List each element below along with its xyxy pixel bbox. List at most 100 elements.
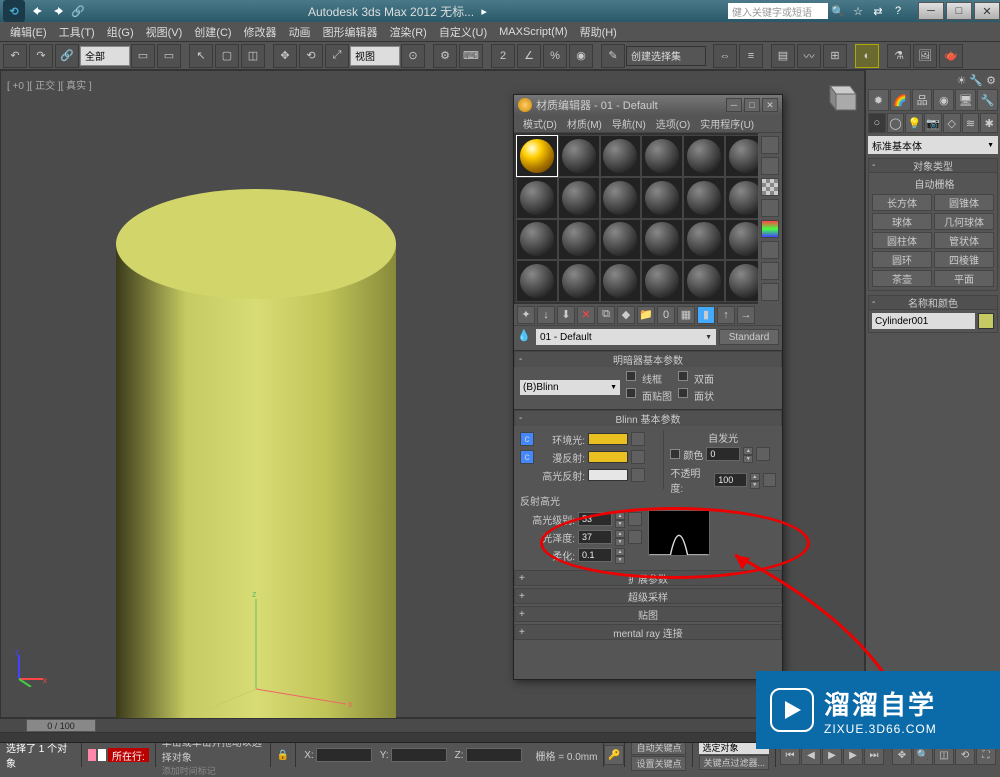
torus-button[interactable]: 圆环: [872, 251, 932, 268]
spec-level-spinner[interactable]: 53: [578, 512, 612, 526]
gloss-map-button[interactable]: [628, 530, 642, 544]
scale-button[interactable]: ⤢: [325, 44, 349, 68]
align-button[interactable]: ≡: [739, 44, 763, 68]
lights-subtab[interactable]: 💡: [905, 113, 923, 133]
menu-maxscript[interactable]: MAXScript(M): [493, 26, 573, 38]
teapot-button[interactable]: 茶壶: [872, 270, 932, 287]
material-editor-titlebar[interactable]: 材质编辑器 - 01 - Default ─ □ ✕: [514, 95, 782, 115]
layers-button[interactable]: ▤: [771, 44, 795, 68]
make-unique-button[interactable]: ◆: [617, 306, 635, 324]
gear-icon[interactable]: ⚙: [986, 74, 996, 87]
geometry-subtab[interactable]: ○: [868, 113, 886, 133]
time-slider[interactable]: 0 / 100: [26, 719, 96, 732]
me-menu-mode[interactable]: 模式(D): [518, 116, 562, 131]
box-button[interactable]: 长方体: [872, 194, 932, 211]
blinn-rollup-header[interactable]: -Blinn 基本参数: [514, 410, 782, 426]
material-slot[interactable]: [558, 135, 600, 177]
exchange-icon[interactable]: ⇄: [869, 2, 887, 20]
render-frame-button[interactable]: 🖼: [913, 44, 937, 68]
material-slot[interactable]: [600, 260, 642, 302]
make-preview-button[interactable]: [761, 241, 779, 259]
manip-button[interactable]: ⚙: [433, 44, 457, 68]
schematic-button[interactable]: ⊞: [823, 44, 847, 68]
2sided-checkbox[interactable]: [678, 371, 688, 381]
shader-rollup-header[interactable]: -明暗器基本参数: [514, 351, 782, 367]
object-color-swatch[interactable]: [978, 313, 994, 329]
undo-button[interactable]: ↶: [3, 44, 27, 68]
specular-map-button[interactable]: [631, 468, 645, 482]
x-coord-input[interactable]: [316, 748, 372, 762]
display-tab[interactable]: 🖥: [955, 89, 976, 111]
link-icon[interactable]: 🔗: [69, 2, 87, 20]
selfillum-spin-buttons[interactable]: ▲▼: [743, 447, 753, 461]
minimize-button[interactable]: ─: [918, 2, 944, 20]
help-search-input[interactable]: 健入关键字或短语: [728, 3, 828, 19]
cylinder-object[interactable]: z x y: [116, 189, 396, 727]
pyramid-button[interactable]: 四棱锥: [934, 251, 994, 268]
material-slot[interactable]: [641, 177, 683, 219]
ambient-lock-button[interactable]: c: [520, 432, 534, 446]
object-name-input[interactable]: Cylinder001: [872, 313, 975, 329]
material-slot[interactable]: [683, 135, 725, 177]
material-slot[interactable]: [516, 219, 558, 261]
menu-modifiers[interactable]: 修改器: [238, 24, 283, 40]
reset-button[interactable]: ✕: [577, 306, 595, 324]
lock-button[interactable]: 🔒: [271, 743, 296, 767]
mentalray-rollup[interactable]: +mental ray 连接: [514, 624, 782, 640]
script-listener-left-icon[interactable]: [88, 749, 96, 761]
refcoord-dropdown[interactable]: 视图: [350, 46, 400, 66]
supersample-rollup[interactable]: +超级采样: [514, 588, 782, 604]
keyfilter-button[interactable]: 关键点过滤器...: [699, 755, 769, 770]
viewcube-icon[interactable]: [820, 78, 860, 118]
ambient-swatch[interactable]: [588, 433, 628, 445]
edit-sel-button[interactable]: ✎: [601, 44, 625, 68]
me-menu-options[interactable]: 选项(O): [651, 116, 695, 131]
geosphere-button[interactable]: 几何球体: [934, 213, 994, 230]
menu-edit[interactable]: 编辑(E): [4, 24, 53, 40]
pick-material-icon[interactable]: 💧: [517, 329, 533, 345]
hierarchy-tab[interactable]: 品: [912, 89, 933, 111]
close-button[interactable]: ✕: [974, 2, 1000, 20]
spec-level-spin-buttons[interactable]: ▲▼: [615, 512, 625, 526]
region-button[interactable]: ▢: [215, 44, 239, 68]
material-slot[interactable]: [558, 177, 600, 219]
me-menu-navigation[interactable]: 导航(N): [607, 116, 651, 131]
material-slot[interactable]: [683, 177, 725, 219]
opacity-spinner[interactable]: 100: [714, 473, 747, 487]
selfillum-color-checkbox[interactable]: [670, 449, 680, 459]
sample-uv-button[interactable]: [761, 199, 779, 217]
material-slot[interactable]: [683, 260, 725, 302]
backlight-button[interactable]: [761, 157, 779, 175]
light-icon[interactable]: ☀: [957, 74, 967, 87]
me-menu-material[interactable]: 材质(M): [562, 116, 607, 131]
window-crossing-button[interactable]: ◫: [241, 44, 265, 68]
menu-animation[interactable]: 动画: [283, 24, 317, 40]
material-slot[interactable]: [558, 219, 600, 261]
wrench-icon[interactable]: 🔧: [969, 74, 983, 87]
material-slot[interactable]: [600, 219, 642, 261]
material-type-button[interactable]: Standard: [719, 329, 779, 345]
background-button[interactable]: [761, 178, 779, 196]
menu-create[interactable]: 创建(C): [188, 24, 237, 40]
soften-spinner[interactable]: 0.1: [578, 548, 612, 562]
me-close-button[interactable]: ✕: [762, 98, 778, 112]
select-by-mat-button[interactable]: [761, 283, 779, 301]
modify-tab[interactable]: 🌈: [890, 89, 911, 111]
cursor-button[interactable]: ↖: [189, 44, 213, 68]
show-end-result-button[interactable]: ▮: [697, 306, 715, 324]
material-slot[interactable]: [558, 260, 600, 302]
material-slot[interactable]: [600, 177, 642, 219]
primitive-dropdown[interactable]: 标准基本体: [868, 136, 998, 154]
helpers-subtab[interactable]: ◇: [943, 113, 961, 133]
gloss-spin-buttons[interactable]: ▲▼: [615, 530, 625, 544]
select-button[interactable]: ▭: [131, 44, 155, 68]
put-library-button[interactable]: 📁: [637, 306, 655, 324]
select-name-button[interactable]: ▭: [157, 44, 181, 68]
star-icon[interactable]: ☆: [849, 2, 867, 20]
script-listener-right-icon[interactable]: [98, 749, 106, 761]
me-menu-utilities[interactable]: 实用程序(U): [695, 116, 759, 131]
material-name-dropdown[interactable]: 01 - Default: [536, 329, 716, 345]
diffuse-swatch[interactable]: [588, 451, 628, 463]
put-scene-button[interactable]: ↓: [537, 306, 555, 324]
snap-percent-button[interactable]: %: [543, 44, 567, 68]
